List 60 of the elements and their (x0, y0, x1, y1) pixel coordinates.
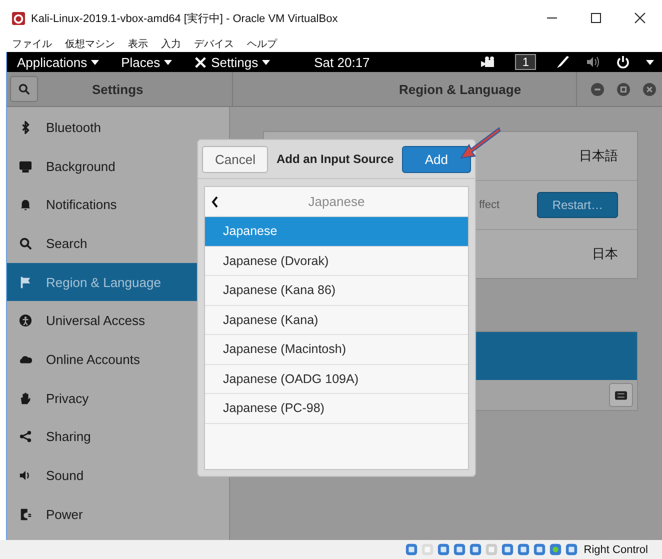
flag-icon (19, 276, 32, 289)
pen-icon[interactable] (556, 55, 570, 69)
cancel-button[interactable]: Cancel (202, 146, 268, 172)
share-icon (19, 430, 32, 444)
sidebar-item[interactable]: Sound (7, 456, 229, 495)
top-menu[interactable]: Settings (194, 54, 270, 70)
caret-icon[interactable] (646, 60, 654, 64)
input-source-item[interactable]: Japanese (Kana 86) (205, 276, 468, 306)
list-header: Japanese (307, 194, 366, 209)
tools-icon (194, 56, 208, 68)
restart-note: ffect (479, 199, 500, 211)
menu-item[interactable]: ヘルプ (247, 37, 277, 51)
keyboard-button[interactable] (609, 383, 633, 407)
host-key: Right Control (584, 544, 648, 556)
restart-button[interactable]: Restart… (537, 192, 618, 218)
window-title: Kali-Linux-2019.1-vbox-amd64 [実行中] - Oracle VM VirtualBox (31, 12, 338, 26)
speaker-icon (19, 469, 32, 482)
person-icon (19, 314, 32, 328)
menu-item[interactable]: デバイス (194, 37, 234, 51)
top-menu[interactable]: Places (121, 54, 172, 70)
input-source-item[interactable]: Japanese (PC-98) (205, 394, 468, 424)
maximize-icon[interactable] (590, 12, 602, 24)
input-source-item[interactable]: Japanese (205, 217, 468, 246)
sidebar-title: Settings (92, 82, 144, 96)
language-value: 日本語 (579, 147, 618, 165)
caret-icon (262, 60, 270, 64)
workspace-indicator[interactable]: 1 (515, 54, 536, 70)
menu-item[interactable]: 入力 (161, 37, 181, 51)
search-icon (18, 83, 30, 95)
app-icon (12, 12, 25, 24)
sidebar-item[interactable]: Bluetooth (7, 108, 229, 147)
caret-icon (164, 60, 172, 64)
clock[interactable]: Sat 20:17 (314, 54, 370, 70)
monitor-icon (19, 160, 32, 173)
menu-item[interactable]: ファイル (12, 37, 52, 51)
add-button[interactable]: Add (402, 146, 471, 172)
camera-icon[interactable] (481, 55, 496, 69)
input-source-item[interactable]: Japanese (Macintosh) (205, 335, 468, 364)
panel-title: Region & Language (399, 82, 522, 96)
input-source-item[interactable]: Japanese (Dvorak) (205, 246, 468, 276)
dialog-title: Add an Input Source (276, 152, 394, 166)
search-button[interactable] (10, 76, 38, 102)
power-icon[interactable] (616, 55, 630, 69)
menu-item[interactable]: 表示 (128, 37, 148, 51)
hand-icon (19, 392, 32, 405)
bell-icon (19, 198, 32, 212)
bluetooth-icon (19, 120, 32, 134)
volume-icon[interactable] (586, 55, 600, 69)
caret-icon (91, 60, 100, 64)
keyboard-icon (615, 390, 627, 400)
input-source-item[interactable]: Japanese (Kana) (205, 306, 468, 335)
formats-value: 日本 (592, 245, 618, 263)
sidebar-item[interactable]: Power (7, 494, 229, 534)
menu-item[interactable]: 仮想マシン (65, 37, 115, 51)
close-icon[interactable] (634, 12, 646, 24)
search-icon (19, 236, 32, 250)
arrow-annotation (459, 125, 501, 161)
top-menu[interactable]: Applications (17, 54, 100, 70)
plug-icon (19, 508, 32, 521)
input-source-item[interactable]: Japanese (OADG 109A) (205, 364, 468, 394)
